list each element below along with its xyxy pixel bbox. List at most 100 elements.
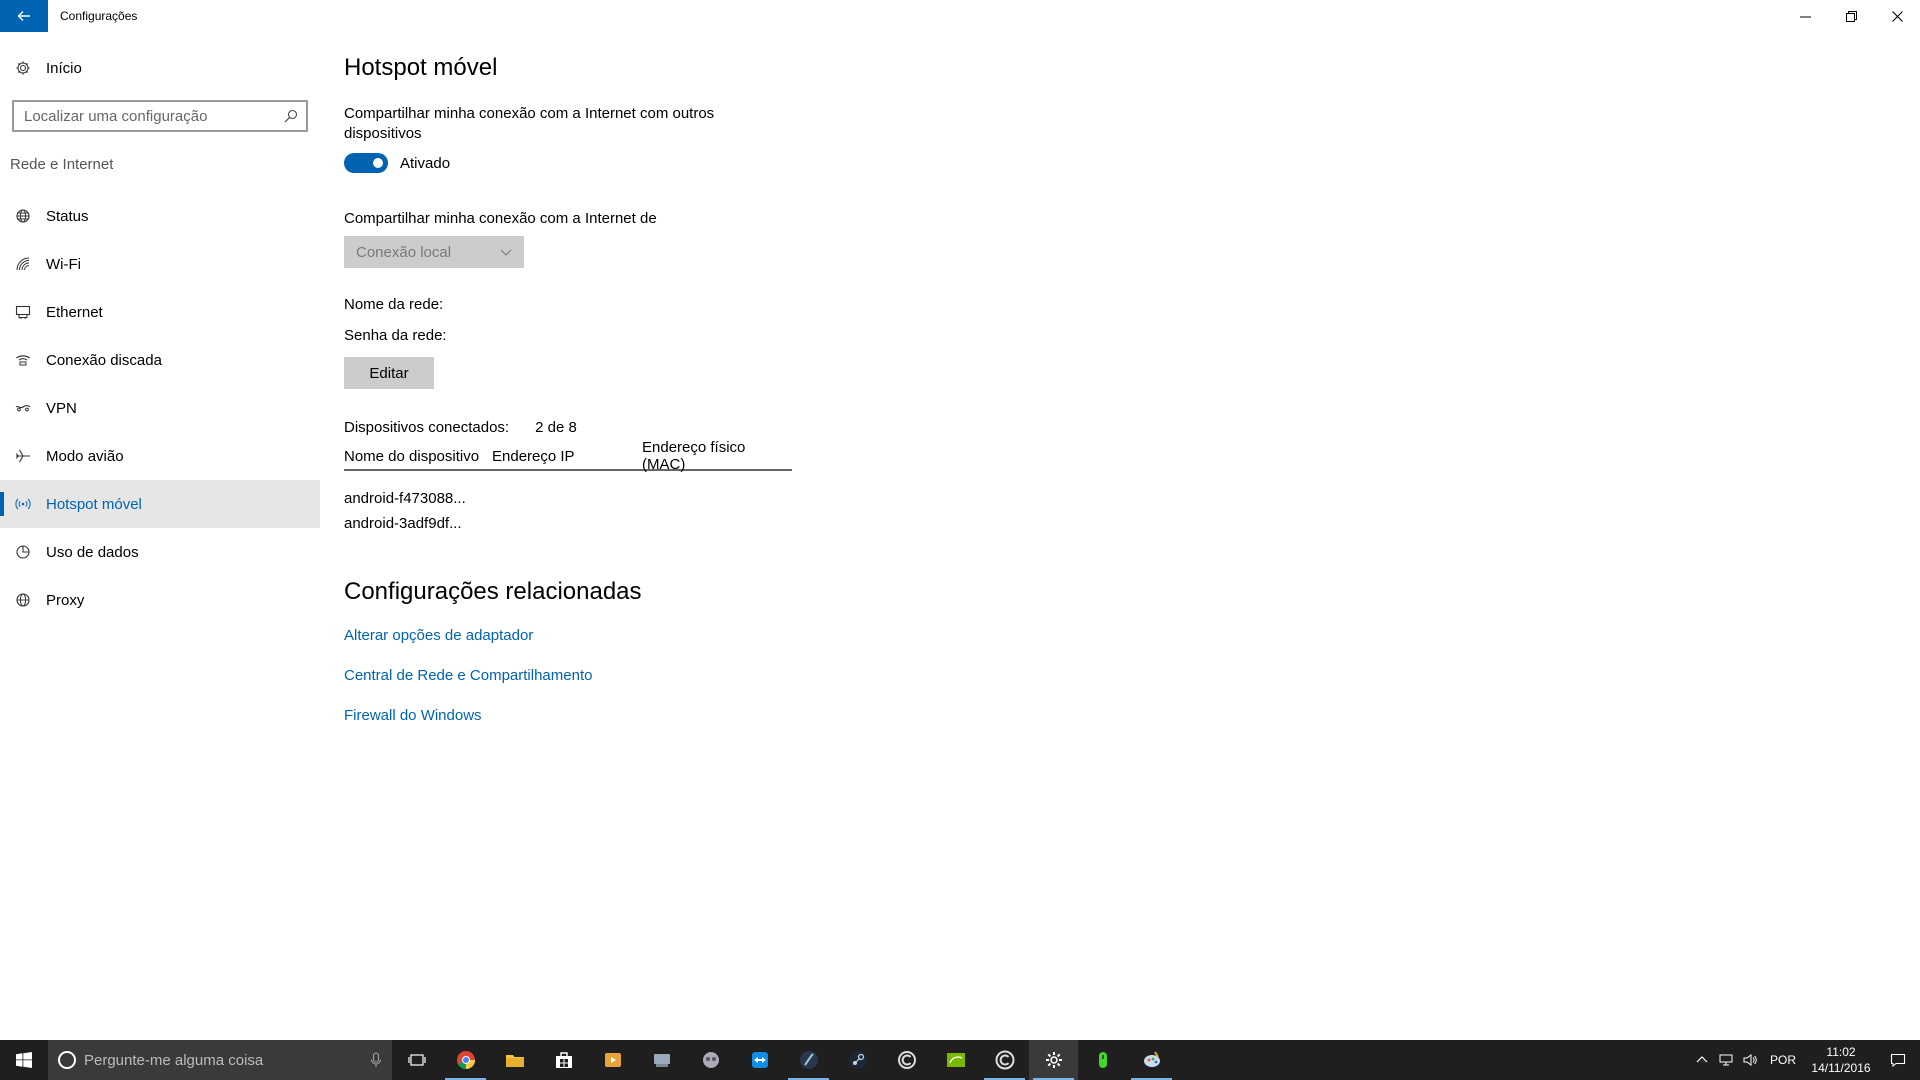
share-from-dropdown[interactable]: Conexão local — [344, 236, 524, 268]
taskbar-app-settings[interactable] — [1029, 1040, 1078, 1080]
devices-table: Nome do dispositivo Endereço IP Endereço… — [344, 439, 792, 536]
sidebar-item-label: Hotspot móvel — [46, 495, 142, 513]
ethernet-icon — [0, 304, 46, 320]
file-explorer-icon — [505, 1055, 524, 1067]
window-controls — [1782, 0, 1920, 32]
taskbar-app-ccleaner[interactable] — [882, 1040, 931, 1080]
sidebar-item-label: Início — [46, 59, 82, 77]
related-settings-title: Configurações relacionadas — [344, 578, 642, 605]
share-from-label: Compartilhar minha conexão com a Interne… — [344, 210, 657, 227]
taskbar-app-file-explorer[interactable] — [490, 1040, 539, 1080]
volume-tray-button[interactable] — [1738, 1040, 1762, 1080]
dropdown-value: Conexão local — [356, 243, 452, 261]
hotspot-icon — [0, 496, 46, 512]
task-view-button[interactable] — [392, 1040, 441, 1080]
column-header-device-name: Nome do dispositivo — [344, 447, 480, 465]
taskbar-app-chrome[interactable] — [441, 1040, 490, 1080]
network-tray-button[interactable] — [1714, 1040, 1738, 1080]
windows-logo-icon — [16, 1052, 32, 1068]
notification-icon — [1890, 1053, 1906, 1068]
toggle-state-label: Ativado — [400, 154, 451, 172]
taskbar-app-cyberlink[interactable] — [980, 1040, 1029, 1080]
chevron-up-icon — [1696, 1056, 1708, 1063]
windows-firewall-link[interactable]: Firewall do Windows — [344, 707, 482, 724]
network-sharing-center-link[interactable]: Central de Rede e Compartilhamento — [344, 667, 592, 684]
taskbar-app-store[interactable] — [539, 1040, 588, 1080]
minimize-button[interactable] — [1782, 0, 1828, 32]
sidebar-item-airplane-mode[interactable]: Modo avião — [0, 432, 320, 480]
taskbar-app-paint[interactable] — [1127, 1040, 1176, 1080]
taskbar-app-gamepad[interactable] — [686, 1040, 735, 1080]
taskbar: Pergunte-me alguma coisa POR 11:02 14/11… — [0, 1040, 1920, 1080]
sidebar-item-mobile-hotspot[interactable]: Hotspot móvel — [0, 480, 320, 528]
store-icon — [555, 1052, 572, 1068]
table-body: android-f473088... android-3adf9df... — [344, 486, 792, 536]
page-title: Hotspot móvel — [344, 54, 498, 81]
teamviewer-icon — [751, 1052, 768, 1068]
close-button[interactable] — [1874, 0, 1920, 32]
chevron-down-icon — [500, 249, 512, 256]
dialup-icon — [0, 352, 46, 368]
sidebar-item-data-usage[interactable]: Uso de dados — [0, 528, 320, 576]
settings-search-box[interactable] — [12, 100, 308, 132]
sidebar-item-wifi[interactable]: Wi-Fi — [0, 240, 320, 288]
adapter-options-link[interactable]: Alterar opções de adaptador — [344, 627, 533, 644]
taskbar-app-teamviewer[interactable] — [735, 1040, 784, 1080]
title-bar: Configurações — [0, 0, 1920, 32]
cortana-icon — [58, 1051, 76, 1069]
cortana-search-box[interactable]: Pergunte-me alguma coisa — [48, 1040, 392, 1080]
taskbar-app-network[interactable] — [637, 1040, 686, 1080]
sidebar-item-home[interactable]: Início — [0, 52, 320, 84]
wifi-icon — [0, 256, 46, 272]
gamepad-icon — [702, 1052, 719, 1068]
close-icon — [1891, 10, 1903, 22]
sidebar-item-label: Proxy — [46, 591, 85, 609]
sidebar-item-dialup[interactable]: Conexão discada — [0, 336, 320, 384]
sidebar-item-vpn[interactable]: VPN — [0, 384, 320, 432]
taskbar-app-media-player[interactable] — [588, 1040, 637, 1080]
globe-icon — [0, 592, 46, 608]
sidebar-item-status[interactable]: Status — [0, 192, 320, 240]
sidebar-item-ethernet[interactable]: Ethernet — [0, 288, 320, 336]
gear-icon — [0, 60, 46, 76]
back-button[interactable] — [0, 0, 48, 32]
start-button[interactable] — [0, 1040, 48, 1080]
window-title: Configurações — [60, 9, 138, 23]
restore-button[interactable] — [1828, 0, 1874, 32]
settings-icon — [1045, 1052, 1062, 1068]
taskbar-app-dark[interactable] — [784, 1040, 833, 1080]
clock[interactable]: 11:02 14/11/2016 — [1806, 1044, 1876, 1076]
sidebar-item-proxy[interactable]: Proxy — [0, 576, 320, 624]
toggle-knob — [373, 158, 383, 168]
taskbar-app-steam[interactable] — [833, 1040, 882, 1080]
main-content: Hotspot móvel Compartilhar minha conexão… — [344, 32, 1544, 1032]
sidebar-item-label: Modo avião — [46, 447, 124, 465]
vpn-icon — [0, 400, 46, 416]
razer-icon — [1098, 1052, 1107, 1068]
settings-search-input[interactable] — [24, 107, 284, 125]
media-player-icon — [604, 1053, 621, 1067]
paint-icon — [1143, 1051, 1160, 1067]
sidebar-item-label: Uso de dados — [46, 543, 139, 561]
sidebar-nav: Status Wi-Fi Ethernet Conexão discada VP… — [0, 192, 320, 624]
column-header-mac: Endereço físico (MAC) — [642, 439, 746, 473]
action-center-button[interactable] — [1876, 1040, 1920, 1080]
speaker-icon — [1743, 1054, 1757, 1066]
taskbar-app-nvidia[interactable] — [931, 1040, 980, 1080]
connected-devices-label: Dispositivos conectados: — [344, 419, 510, 436]
chrome-icon — [456, 1051, 475, 1069]
clock-date: 14/11/2016 — [1811, 1061, 1871, 1075]
restore-icon — [1845, 10, 1857, 22]
hotspot-toggle[interactable] — [344, 153, 388, 173]
table-row: android-f473088... — [344, 490, 466, 507]
column-header-ip: Endereço IP — [492, 447, 575, 465]
sidebar: Início Rede e Internet Status Wi-Fi Ethe… — [0, 32, 320, 1040]
connected-devices-count: 2 de 8 — [535, 419, 577, 436]
microphone-icon — [371, 1052, 381, 1067]
edit-button[interactable]: Editar — [344, 357, 434, 389]
taskbar-app-razer[interactable] — [1078, 1040, 1127, 1080]
show-hidden-icons-button[interactable] — [1690, 1040, 1714, 1080]
language-indicator[interactable]: POR — [1770, 1053, 1796, 1067]
sidebar-section-title: Rede e Internet — [10, 156, 114, 173]
network-name-label: Nome da rede: — [344, 296, 444, 313]
